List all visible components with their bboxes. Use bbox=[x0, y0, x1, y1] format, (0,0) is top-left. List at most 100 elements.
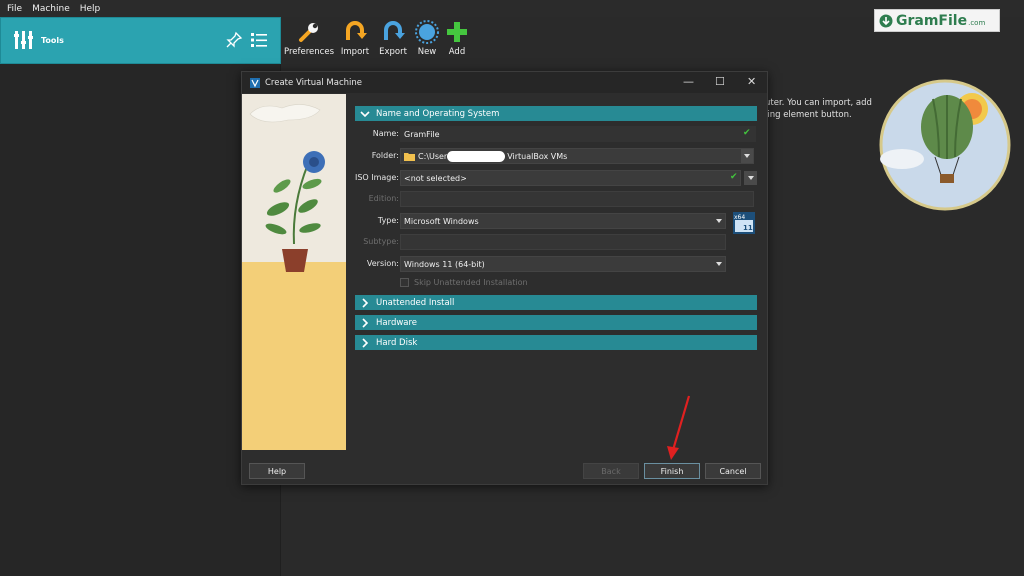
dialog-titlebar[interactable]: Create Virtual Machine — ☐ ✕ bbox=[242, 72, 767, 93]
chevron-right-icon bbox=[362, 317, 369, 328]
chevron-down-icon bbox=[747, 176, 754, 180]
section-harddisk-label: Hard Disk bbox=[376, 337, 418, 348]
balloon-illustration bbox=[879, 79, 1011, 211]
minimize-icon[interactable]: — bbox=[683, 75, 694, 88]
cancel-button[interactable]: Cancel bbox=[705, 463, 761, 479]
section-unattended[interactable]: Unattended Install bbox=[355, 295, 757, 310]
folder-field[interactable]: C:\User VirtualBox VMs bbox=[400, 148, 754, 164]
iso-value: <not selected> bbox=[404, 173, 467, 183]
edition-field bbox=[400, 191, 754, 207]
iso-label: ISO Image: bbox=[354, 173, 399, 182]
export-icon bbox=[384, 21, 405, 40]
preferences-label: Preferences bbox=[284, 47, 334, 57]
windows-os-icon: x64 11 bbox=[733, 212, 755, 234]
new-icon bbox=[415, 20, 439, 44]
folder-icon bbox=[404, 152, 415, 161]
welcome-line-2: ling element button. bbox=[765, 110, 852, 120]
edition-row: Edition: bbox=[355, 191, 757, 207]
name-label: Name: bbox=[372, 129, 399, 138]
name-field[interactable]: GramFile bbox=[400, 126, 756, 142]
add-button[interactable]: Add bbox=[446, 20, 468, 64]
redaction-blob bbox=[447, 151, 505, 162]
section-unattended-label: Unattended Install bbox=[376, 297, 455, 308]
tools-panel[interactable]: Tools bbox=[0, 17, 281, 64]
version-label: Version: bbox=[366, 259, 399, 268]
os-badge-num: 11 bbox=[743, 224, 753, 232]
version-row: Version: Windows 11 (64-bit) bbox=[355, 256, 757, 272]
section-name-os[interactable]: Name and Operating System bbox=[355, 106, 757, 121]
subtype-row: Subtype: bbox=[355, 234, 757, 250]
gramfile-suffix: .com bbox=[968, 18, 986, 27]
wizard-artwork bbox=[242, 94, 346, 450]
section-harddisk[interactable]: Hard Disk bbox=[355, 335, 757, 350]
sidebar bbox=[0, 64, 281, 576]
section-hardware[interactable]: Hardware bbox=[355, 315, 757, 330]
maximize-icon[interactable]: ☐ bbox=[715, 75, 725, 88]
add-icon bbox=[447, 22, 467, 42]
name-valid-icon: ✔ bbox=[743, 128, 751, 138]
os-badge-text: x64 bbox=[734, 214, 745, 221]
name-value: GramFile bbox=[404, 129, 440, 139]
folder-suffix: VirtualBox VMs bbox=[507, 151, 568, 161]
gramfile-brand: GramFile bbox=[896, 12, 968, 29]
version-select[interactable]: Windows 11 (64-bit) bbox=[400, 256, 726, 272]
iso-row: ISO Image: <not selected> ✔ bbox=[355, 170, 757, 186]
skip-unattended-checkbox: Skip Unattended Installation bbox=[400, 278, 528, 287]
chevron-down-icon bbox=[716, 262, 722, 266]
version-dropdown[interactable] bbox=[713, 257, 725, 271]
preferences-button[interactable]: Preferences bbox=[284, 20, 334, 64]
name-row: Name: GramFile ✔ bbox=[355, 126, 757, 142]
welcome-line-1: uter. You can import, add bbox=[765, 98, 872, 108]
type-dropdown[interactable] bbox=[713, 214, 725, 228]
folder-dropdown[interactable] bbox=[741, 149, 753, 163]
welcome-text: uter. You can import, add ling element b… bbox=[765, 97, 875, 121]
chevron-down-icon bbox=[716, 219, 722, 223]
new-label: New bbox=[417, 47, 437, 57]
gramfile-logo-icon bbox=[879, 14, 893, 27]
new-button[interactable]: New bbox=[415, 20, 439, 64]
iso-valid-icon: ✔ bbox=[730, 172, 738, 182]
type-select[interactable]: Microsoft Windows bbox=[400, 213, 726, 229]
wrench-icon bbox=[299, 23, 318, 42]
tools-label: Tools bbox=[41, 36, 64, 45]
skip-unattended-label: Skip Unattended Installation bbox=[414, 278, 528, 287]
gramfile-watermark: GramFile .com bbox=[874, 9, 1000, 32]
version-value: Windows 11 (64-bit) bbox=[404, 259, 485, 269]
menubar: File Machine Help bbox=[0, 0, 1024, 17]
export-button[interactable]: Export bbox=[378, 20, 408, 64]
virtualbox-icon bbox=[250, 77, 260, 88]
list-icon[interactable] bbox=[250, 31, 268, 49]
chevron-right-icon bbox=[362, 297, 369, 308]
menu-machine[interactable]: Machine bbox=[32, 4, 70, 14]
section-name-os-label: Name and Operating System bbox=[376, 108, 500, 119]
import-label: Import bbox=[340, 47, 370, 57]
import-button[interactable]: Import bbox=[340, 20, 370, 64]
type-row: Type: Microsoft Windows bbox=[355, 213, 757, 229]
main-toolbar: Preferences Import Export New Add bbox=[284, 20, 476, 64]
menu-help[interactable]: Help bbox=[80, 4, 101, 14]
iso-field[interactable]: <not selected> bbox=[400, 170, 741, 186]
iso-dropdown[interactable] bbox=[744, 171, 757, 185]
help-button[interactable]: Help bbox=[249, 463, 305, 479]
checkbox-box bbox=[400, 278, 409, 287]
pin-icon[interactable] bbox=[225, 31, 243, 49]
close-icon[interactable]: ✕ bbox=[747, 75, 756, 88]
finish-button[interactable]: Finish bbox=[644, 463, 700, 479]
section-hardware-label: Hardware bbox=[376, 317, 418, 328]
type-value: Microsoft Windows bbox=[404, 216, 479, 226]
export-label: Export bbox=[379, 47, 407, 57]
import-icon bbox=[346, 21, 367, 40]
dialog-title: Create Virtual Machine bbox=[265, 77, 363, 88]
chevron-down-icon bbox=[744, 154, 750, 158]
subtype-label: Subtype: bbox=[363, 237, 399, 246]
type-label: Type: bbox=[377, 216, 399, 225]
chevron-right-icon bbox=[362, 337, 369, 348]
red-arrow-annotation bbox=[667, 395, 691, 460]
subtype-select bbox=[400, 234, 726, 250]
edition-label: Edition: bbox=[368, 194, 399, 203]
back-button: Back bbox=[583, 463, 639, 479]
menu-file[interactable]: File bbox=[7, 4, 22, 14]
folder-prefix: C:\User bbox=[418, 151, 448, 161]
add-label: Add bbox=[448, 47, 466, 57]
tools-icon bbox=[14, 31, 33, 49]
